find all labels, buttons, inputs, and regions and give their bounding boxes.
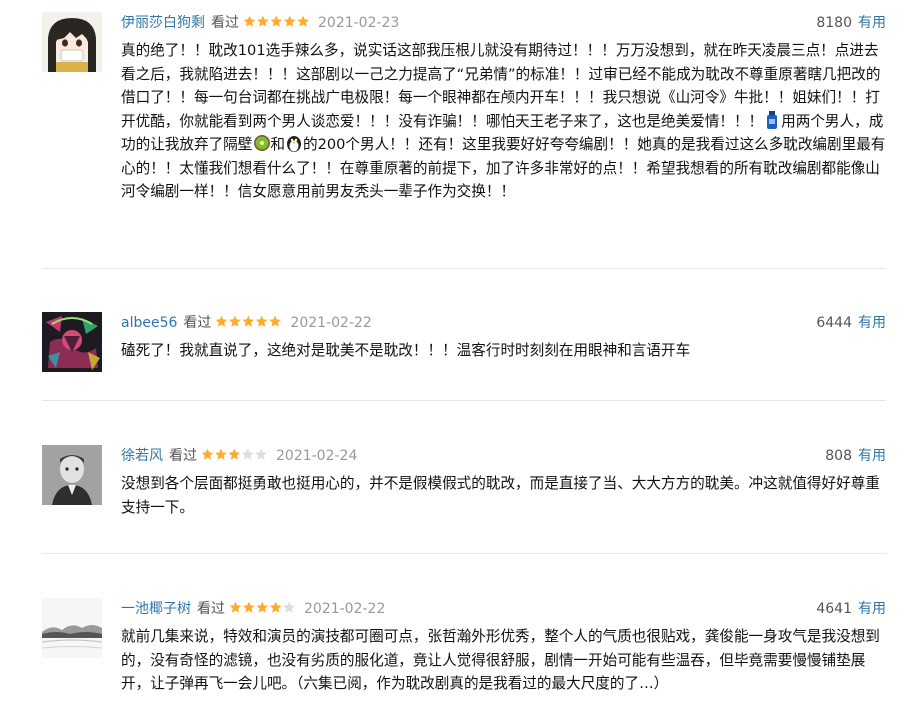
vote-count: 6444	[816, 315, 852, 331]
review-header: 一池椰子树 看过 2021-02-22 4641 有用	[121, 598, 886, 620]
star-filled-icon	[242, 315, 255, 327]
ink-landscape-avatar-icon	[42, 598, 102, 658]
star-empty-icon	[283, 601, 295, 613]
divider	[42, 268, 886, 269]
bottle-emoji-icon	[764, 110, 780, 129]
vote-count: 808	[825, 448, 852, 464]
star-rating	[243, 15, 310, 28]
vote-area: 6444 有用	[816, 312, 886, 334]
divider	[42, 400, 886, 401]
useful-button[interactable]: 有用	[858, 15, 886, 31]
star-filled-icon	[201, 448, 214, 460]
anime-girl-avatar-icon	[42, 12, 102, 72]
star-filled-icon	[257, 15, 269, 27]
star-filled-icon	[269, 315, 282, 327]
star-rating	[201, 448, 268, 461]
review-header: albee56 看过 2021-02-22 6444 有用	[121, 312, 886, 334]
star-filled-icon	[229, 315, 242, 327]
review-text: 真的绝了！！耽改101选手辣么多，说实话这部我压根儿就没有期待过！！！万万没想到…	[121, 39, 886, 204]
star-filled-icon	[243, 601, 255, 613]
vintage-boy-photo-avatar-icon	[42, 445, 102, 505]
star-filled-icon	[228, 448, 241, 460]
star-filled-icon	[297, 15, 309, 27]
username-link[interactable]: 伊丽莎白狗剩	[121, 15, 205, 31]
colorful-art-avatar-icon	[42, 312, 102, 372]
penguin-emoji-icon	[286, 134, 302, 152]
avatar[interactable]	[42, 12, 102, 72]
star-filled-icon	[283, 15, 296, 27]
vote-area: 808 有用	[825, 445, 886, 467]
star-filled-icon	[229, 601, 242, 613]
review-header: 徐若风 看过 2021-02-24 808 有用	[121, 445, 886, 467]
star-filled-icon	[216, 315, 228, 327]
star-filled-icon	[215, 448, 227, 460]
vote-area: 4641 有用	[816, 598, 886, 620]
watched-status: 看过	[183, 315, 212, 331]
useful-button[interactable]: 有用	[858, 315, 886, 331]
star-filled-icon	[269, 601, 282, 613]
star-filled-icon	[256, 315, 268, 327]
star-empty-icon	[255, 448, 267, 460]
username-link[interactable]: albee56	[121, 315, 177, 331]
review-text: 没想到各个层面都挺勇敢也挺用心的，并不是假模假式的耽改，而是直接了当、大大方方的…	[121, 475, 880, 516]
star-rating	[229, 601, 296, 614]
avatar[interactable]	[42, 445, 102, 505]
watched-status: 看过	[211, 15, 239, 31]
review-date: 2021-02-22	[304, 601, 386, 617]
username-link[interactable]: 一池椰子树	[121, 601, 191, 617]
review-date: 2021-02-23	[318, 15, 400, 31]
avatar[interactable]	[42, 312, 102, 372]
vote-count: 4641	[816, 601, 852, 617]
kiwi-emoji-icon	[253, 134, 271, 152]
divider	[42, 553, 886, 554]
useful-button[interactable]: 有用	[858, 601, 886, 617]
review-date: 2021-02-22	[290, 315, 372, 331]
watched-status: 看过	[197, 601, 225, 617]
avatar[interactable]	[42, 598, 102, 658]
review-text: 就前几集来说，特效和演员的演技都可圈可点，张哲瀚外形优秀，整个人的气质也很贴戏，…	[121, 628, 880, 692]
star-filled-icon	[256, 601, 269, 613]
star-filled-icon	[243, 15, 256, 27]
useful-button[interactable]: 有用	[858, 448, 886, 464]
star-filled-icon	[270, 15, 283, 27]
review-date: 2021-02-24	[276, 448, 358, 464]
review-header: 伊丽莎白狗剩 看过 2021-02-23 8180 有用	[121, 12, 886, 34]
review-text-part: 和	[270, 136, 285, 153]
vote-area: 8180 有用	[816, 12, 886, 34]
username-link[interactable]: 徐若风	[121, 448, 163, 464]
review-text: 磕死了！我就直说了，这绝对是耽美不是耽改！！！温客行时时刻刻在用眼神和言语开车	[121, 342, 691, 359]
vote-count: 8180	[816, 15, 852, 31]
watched-status: 看过	[169, 448, 197, 464]
star-rating	[215, 315, 282, 328]
star-empty-icon	[241, 448, 254, 460]
